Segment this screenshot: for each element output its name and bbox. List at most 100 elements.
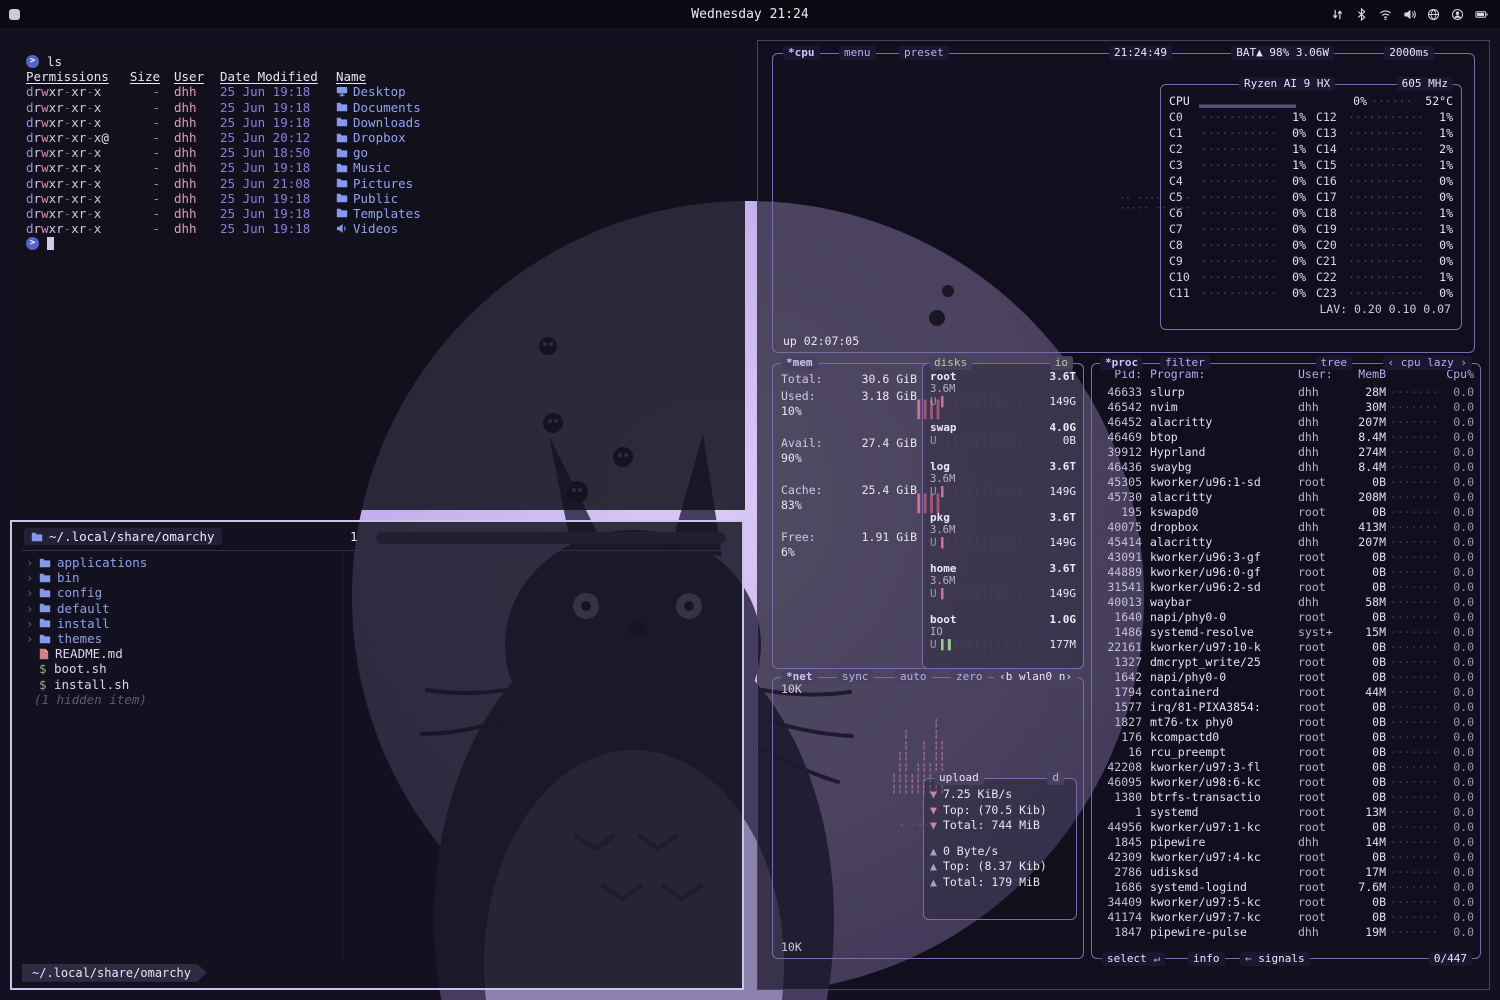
process-row[interactable]: 45414alacrittydhh207M·······0.0 — [1096, 535, 1476, 550]
permissions: drwxr-xr-x — [26, 84, 126, 99]
process-row[interactable]: 42309kworker/u97:4-kcroot0B·······0.0 — [1096, 850, 1476, 865]
proc-user: root — [1298, 610, 1346, 625]
process-row[interactable]: 1systemdroot13M·······0.0 — [1096, 805, 1476, 820]
process-row[interactable]: 176kcompactd0root0B·······0.0 — [1096, 730, 1476, 745]
globe-icon[interactable] — [1427, 8, 1440, 21]
process-row[interactable]: 1794containerdroot44M·······0.0 — [1096, 685, 1476, 700]
file-row[interactable]: ›install — [22, 616, 732, 631]
proc-tab[interactable]: *proc — [1100, 356, 1143, 370]
process-row[interactable]: 1486systemd-resolvesyst+15M·······0.0 — [1096, 625, 1476, 640]
process-row[interactable]: 1327dmcrypt_write/25root0B·······0.0 — [1096, 655, 1476, 670]
current-path: ~/.local/share/omarchy — [24, 528, 222, 545]
signals-button[interactable]: ← signals — [1240, 952, 1310, 966]
battery-icon[interactable] — [1475, 8, 1488, 21]
process-row[interactable]: 1847pipewire-pulsedhh19M·······0.0 — [1096, 925, 1476, 940]
tree-button[interactable]: tree — [1316, 356, 1353, 370]
cpu-tab[interactable]: *cpu — [783, 46, 820, 60]
process-row[interactable]: 46095kworker/u98:6-kcroot0B·······0.0 — [1096, 775, 1476, 790]
process-row[interactable]: 1577irq/81-PIXA3854:root0B·······0.0 — [1096, 700, 1476, 715]
process-row[interactable]: 2786udisksdroot17M·······0.0 — [1096, 865, 1476, 880]
process-row[interactable]: 46436swaybgdhh8.4M·······0.0 — [1096, 460, 1476, 475]
process-row[interactable]: 31541kworker/u96:2-sdroot0B·······0.0 — [1096, 580, 1476, 595]
process-row[interactable]: 41174kworker/u97:7-kcroot0B·······0.0 — [1096, 910, 1476, 925]
preset-button[interactable]: preset — [899, 46, 949, 60]
prompt-line[interactable]: > — [26, 236, 729, 251]
process-row[interactable]: 45305kworker/u96:1-sdroot0B·······0.0 — [1096, 475, 1476, 490]
upload-tab[interactable]: upload — [934, 771, 984, 785]
preview-scrollbar — [376, 532, 726, 544]
net-zero-button[interactable]: zero — [951, 670, 988, 684]
info-button[interactable]: info — [1188, 952, 1225, 966]
process-row[interactable]: 46633slurpdhh28M·······0.0 — [1096, 385, 1476, 400]
filter-button[interactable]: filter — [1160, 356, 1210, 370]
file-row[interactable]: $boot.sh — [22, 661, 732, 676]
disk-usage-row: U▌▏▏▏▏▏▏▏▏▏▏▏149G — [930, 587, 1076, 601]
sort-selector[interactable]: ‹ cpu lazy › — [1383, 356, 1472, 370]
process-row[interactable]: 1827mt76-tx phy0root0B·······0.0 — [1096, 715, 1476, 730]
process-row[interactable]: 16rcu_preemptroot0B·······0.0 — [1096, 745, 1476, 760]
pane-count: 1 — [350, 529, 358, 544]
file-row[interactable]: ›default — [22, 601, 732, 616]
graph-scale-top: 10K — [781, 682, 802, 696]
program: kworker/u98:6-kc — [1150, 775, 1298, 790]
process-row[interactable]: 44956kworker/u97:1-kcroot0B·······0.0 — [1096, 820, 1476, 835]
file-row[interactable]: ›themes — [22, 631, 732, 646]
process-row[interactable]: 1380btrfs-transactioroot0B·······0.0 — [1096, 790, 1476, 805]
menu-button[interactable]: menu — [839, 46, 876, 60]
terminal-window[interactable]: > ls PermissionsSizeUserDate ModifiedNam… — [10, 40, 745, 510]
file-manager-window[interactable]: ~/.local/share/omarchy 1 ›applications›b… — [10, 520, 744, 990]
core-cell: C18··················1% — [1316, 205, 1453, 221]
select-button[interactable]: select ↵ — [1102, 952, 1165, 966]
file-row[interactable]: ›applications — [22, 555, 732, 570]
net-interface[interactable]: ‹b wlan0 n› — [994, 670, 1077, 684]
proc-cpu: 0.0 — [1446, 820, 1474, 835]
process-row[interactable]: 46469btopdhh8.4M·······0.0 — [1096, 430, 1476, 445]
proc-cpu: 0.0 — [1446, 835, 1474, 850]
process-row[interactable]: 22161kworker/u97:10-kroot0B·······0.0 — [1096, 640, 1476, 655]
volume-icon[interactable] — [1403, 8, 1416, 21]
io-tab[interactable]: io — [1050, 356, 1073, 370]
file-row[interactable]: $install.sh — [22, 677, 732, 692]
process-row[interactable]: 40013waybardhh58M·······0.0 — [1096, 595, 1476, 610]
download-key[interactable]: d — [1047, 771, 1064, 785]
process-row[interactable]: 45730alacrittydhh208M·······0.0 — [1096, 490, 1476, 505]
account-icon[interactable] — [1451, 8, 1464, 21]
process-row[interactable]: 42208kworker/u97:3-flroot0B·······0.0 — [1096, 760, 1476, 775]
folder-icon — [336, 148, 348, 158]
used-label: U — [930, 485, 937, 498]
process-row[interactable]: 40075dropboxdhh413M·······0.0 — [1096, 520, 1476, 535]
mem-tab[interactable]: *mem — [781, 356, 818, 370]
workspace-indicator[interactable] — [9, 9, 20, 20]
bluetooth-icon[interactable] — [1355, 8, 1368, 21]
arrows-icon[interactable] — [1331, 8, 1344, 21]
file-row[interactable]: ›config — [22, 585, 732, 600]
process-row[interactable]: 1686systemd-logindroot7.6M·······0.0 — [1096, 880, 1476, 895]
net-tab[interactable]: *net — [781, 670, 818, 684]
stat-percent: 90% — [781, 451, 817, 466]
net-auto-button[interactable]: auto — [895, 670, 932, 684]
process-row[interactable]: 43091kworker/u96:3-gfroot0B·······0.0 — [1096, 550, 1476, 565]
process-row[interactable]: 195kswapd0root0B·······0.0 — [1096, 505, 1476, 520]
disk-usage-row: U▌▏▏▏▏▏▏▏▏▏▏▏149G — [930, 395, 1076, 409]
ls-row: drwxr-xr-x-dhh25 Jun 19:18Videos — [26, 221, 729, 236]
process-row[interactable]: 1642napi/phy0-0root0B·······0.0 — [1096, 670, 1476, 685]
network-panel: *net sync auto zero ‹b wlan0 n› 10K 10K … — [772, 677, 1084, 959]
net-sync-button[interactable]: sync — [837, 670, 874, 684]
process-row[interactable]: 1640napi/phy0-0root0B·······0.0 — [1096, 610, 1476, 625]
core-cell: C3··················1% — [1169, 157, 1306, 173]
process-row[interactable]: 34409kworker/u97:5-kcroot0B·······0.0 — [1096, 895, 1476, 910]
disks-tab[interactable]: disks — [929, 356, 972, 370]
file-row[interactable]: README.md — [22, 646, 732, 661]
core-meter: ·················· — [1201, 109, 1276, 125]
core-row: C4··················0%C16···············… — [1169, 173, 1453, 189]
file-row[interactable]: ›bin — [22, 570, 732, 585]
process-row[interactable]: 46452alacrittydhh207M·······0.0 — [1096, 415, 1476, 430]
process-row[interactable]: 39912Hyprlanddhh274M·······0.0 — [1096, 445, 1476, 460]
process-row[interactable]: 1845pipewiredhh14M·······0.0 — [1096, 835, 1476, 850]
pid: 1380 — [1098, 790, 1142, 805]
wifi-icon[interactable] — [1379, 8, 1392, 21]
process-row[interactable]: 46542nvimdhh30M·······0.0 — [1096, 400, 1476, 415]
update-interval[interactable]: 2000ms — [1384, 46, 1434, 60]
process-row[interactable]: 44889kworker/u96:0-gfroot0B·······0.0 — [1096, 565, 1476, 580]
btop-window[interactable]: *cpu menu preset 21:24:49 BAT▲ 98% 3.06W… — [757, 40, 1490, 990]
